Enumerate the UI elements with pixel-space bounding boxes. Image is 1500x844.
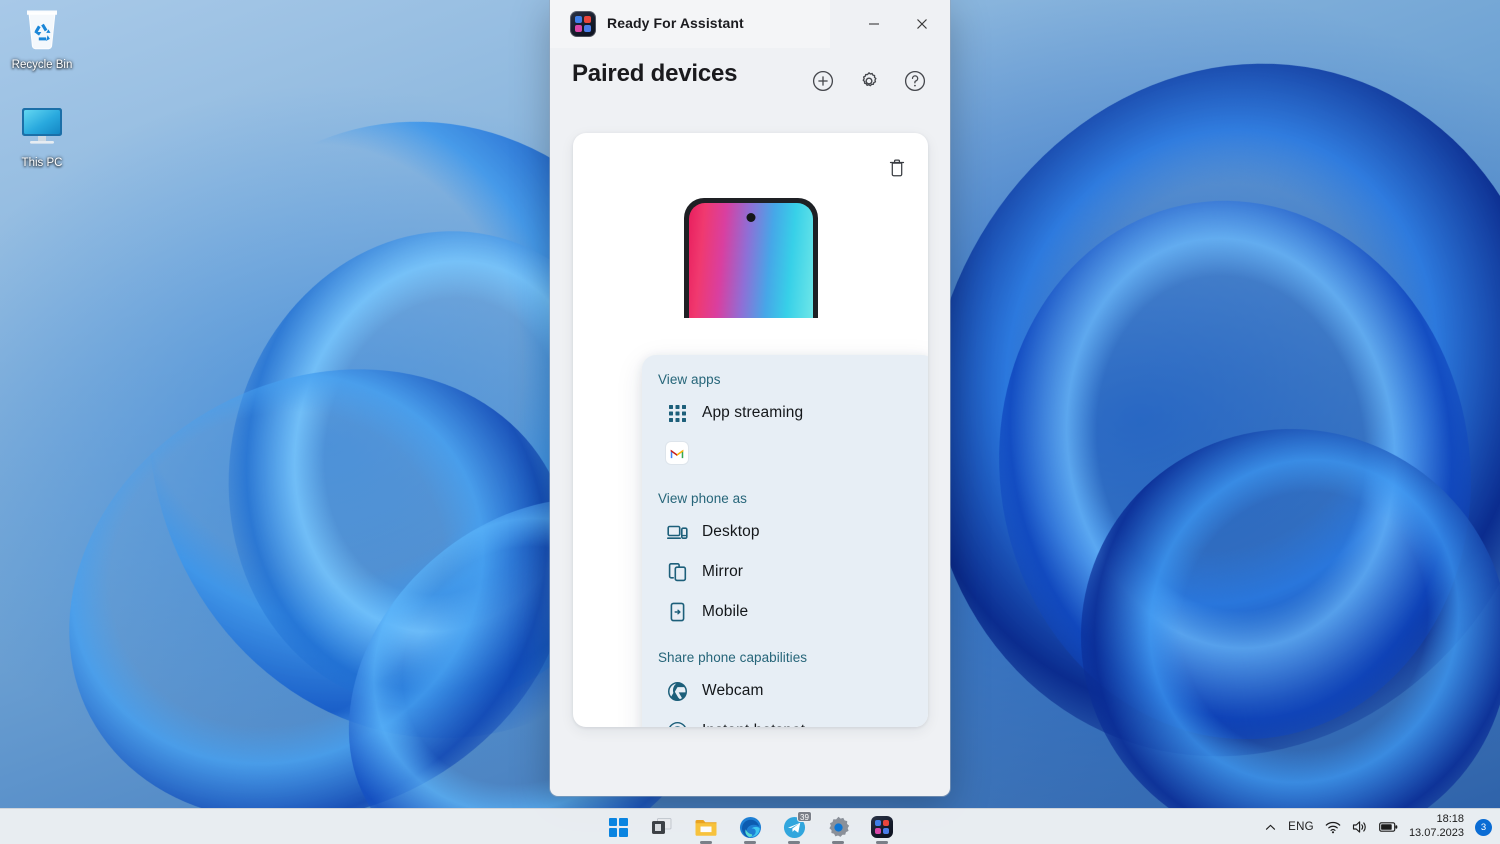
camera-aperture-icon (664, 678, 690, 704)
ready-for-assistant-window[interactable]: Ready For Assistant Paired devices View … (550, 0, 950, 796)
battery-icon (1379, 822, 1398, 832)
plus-circle-icon (812, 70, 834, 92)
taskbar-app-group: 39 (603, 809, 897, 844)
chevron-up-icon (1266, 824, 1276, 830)
menu-spacer (642, 473, 928, 491)
menu-item-label: Webcam (702, 682, 764, 699)
tray-overflow-button[interactable] (1264, 821, 1277, 834)
clock-date: 13.07.2023 (1408, 827, 1464, 839)
battery-button[interactable] (1379, 821, 1398, 833)
task-view-icon (652, 818, 672, 834)
phone-camera-punchhole (746, 213, 755, 222)
menu-item-label: Mobile (702, 603, 749, 620)
menu-item-mirror[interactable]: Mirror (648, 552, 928, 592)
menu-section-title-view-apps: View apps (658, 372, 721, 387)
menu-item-app-streaming[interactable]: App streaming (648, 393, 928, 433)
menu-section-title-view-phone-as: View phone as (658, 491, 747, 506)
task-view-button[interactable] (647, 812, 677, 842)
window-title: Ready For Assistant (607, 15, 744, 31)
question-circle-icon (904, 70, 926, 92)
volume-button[interactable] (1352, 820, 1368, 834)
desktop-icon-label: This PC (21, 157, 63, 169)
menu-item-label: Desktop (702, 523, 760, 540)
desktop-icon-this-pc[interactable]: This PC (0, 100, 84, 170)
telegram-button[interactable]: 39 (779, 811, 812, 844)
edge-browser-icon (739, 816, 761, 838)
start-button[interactable] (603, 812, 633, 842)
clock-time: 18:18 (1436, 813, 1464, 826)
gmail-icon (664, 440, 690, 466)
delete-device-button[interactable] (884, 155, 910, 181)
menu-item-label: App streaming (702, 404, 804, 421)
menu-item-label: Instant hotspot (702, 722, 805, 727)
phone-screen-wallpaper (688, 203, 813, 318)
recycle-bin-icon (0, 2, 84, 54)
ready-for-taskbar-button[interactable] (867, 812, 897, 844)
menu-item-webcam[interactable]: Webcam (648, 671, 928, 711)
ready-for-app-icon (871, 816, 893, 838)
desktop-icon-recycle-bin[interactable]: Recycle Bin (0, 2, 84, 72)
minimize-button[interactable] (852, 0, 896, 48)
settings-taskbar-button[interactable] (823, 812, 853, 844)
paired-device-card[interactable]: View apps App streaming View phone as De… (573, 133, 928, 727)
desktop-icon-label: Recycle Bin (11, 59, 73, 71)
this-pc-icon (0, 100, 84, 152)
page-title: Paired devices (572, 60, 738, 87)
menu-item-label: Mirror (702, 563, 744, 580)
taskbar[interactable]: 39 ENG 18:18 13.07.2023 3 (0, 808, 1500, 844)
telegram-badge: 39 (797, 811, 812, 822)
wifi-icon (1325, 821, 1341, 834)
desktop-monitor-icon (664, 519, 690, 545)
speaker-icon (1352, 821, 1366, 833)
app-header: Paired devices (550, 48, 950, 110)
menu-item-gmail[interactable] (648, 433, 928, 473)
close-button[interactable] (900, 0, 944, 48)
language-indicator[interactable]: ENG (1288, 821, 1314, 833)
menu-spacer (642, 632, 928, 650)
grid-apps-icon (664, 400, 690, 426)
menu-item-mobile[interactable]: Mobile (648, 592, 928, 632)
notification-badge[interactable]: 3 (1475, 818, 1492, 836)
settings-button[interactable] (854, 66, 884, 96)
device-context-menu[interactable]: View apps App streaming View phone as De… (642, 355, 928, 727)
gear-icon (862, 72, 877, 87)
minimize-icon (869, 23, 879, 25)
hotspot-icon (664, 718, 690, 727)
folder-icon (695, 819, 717, 836)
ready-for-app-icon (570, 11, 596, 37)
windows-logo-icon (608, 817, 628, 837)
phone-device-image (683, 198, 818, 318)
wifi-button[interactable] (1325, 820, 1341, 834)
add-device-button[interactable] (808, 66, 838, 96)
trash-icon (889, 159, 905, 177)
file-explorer-button[interactable] (691, 812, 721, 844)
menu-item-instant-hotspot[interactable]: Instant hotspot (648, 711, 928, 727)
mobile-phone-icon (664, 599, 690, 625)
window-titlebar[interactable]: Ready For Assistant (550, 0, 950, 48)
menu-section-title-share-phone-capabilities: Share phone capabilities (658, 650, 808, 665)
help-button[interactable] (900, 66, 930, 96)
menu-item-desktop[interactable]: Desktop (648, 512, 928, 552)
edge-button[interactable] (735, 812, 765, 844)
system-tray: ENG 18:18 13.07.2023 3 (1264, 809, 1492, 844)
gear-icon (828, 816, 849, 837)
clock-button[interactable]: 18:18 13.07.2023 (1409, 813, 1464, 841)
mirror-screens-icon (664, 559, 690, 585)
close-icon (917, 19, 927, 29)
